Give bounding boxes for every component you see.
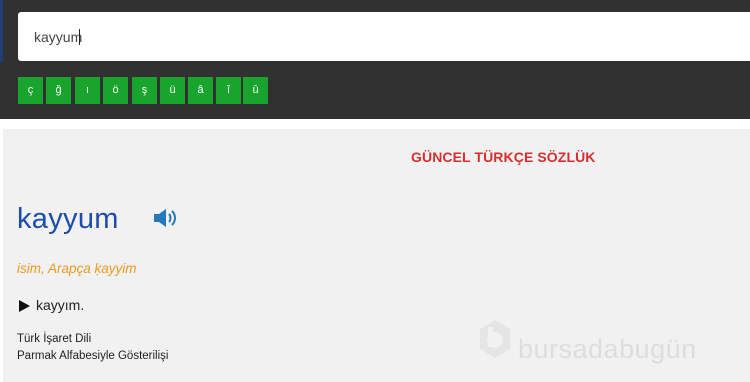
right-triangle-icon [19,300,30,312]
search-panel-edge [0,0,3,62]
watermark-logo-icon [480,320,510,358]
char-button-g-breve[interactable]: ğ [46,77,71,104]
speaker-wave-outer [171,210,176,226]
char-button-u-circumflex[interactable]: û [243,77,268,104]
speaker-body [154,209,166,227]
char-button-dotless-i[interactable]: ı [75,77,100,104]
dictionary-page: ç ğ ı ö ş ü â î û GÜNCEL TÜRKÇE SÖZLÜK k… [0,0,750,382]
char-button-c-cedilla[interactable]: ç [18,77,43,104]
headword: kayyum [17,203,119,235]
watermark-text: bursadabugün [518,334,697,364]
speaker-icon[interactable] [152,207,179,229]
char-button-s-cedilla[interactable]: ş [132,77,157,104]
watermark: bursadabugün [478,319,750,379]
dictionary-result: GÜNCEL TÜRKÇE SÖZLÜK kayyum isim, Arapça… [3,129,750,382]
meaning-link[interactable]: kayyım. [36,297,84,314]
dictionary-title: GÜNCEL TÜRKÇE SÖZLÜK [411,149,596,165]
char-button-a-circumflex[interactable]: â [188,77,213,104]
char-button-i-circumflex[interactable]: î [216,77,241,104]
speaker-wave-inner [168,213,172,223]
char-button-o-umlaut[interactable]: ö [103,77,128,104]
dictionary-search-input[interactable] [18,12,750,61]
sign-language-subtitle: Parmak Alfabesiyle Gösterilişi [17,350,169,362]
search-panel: ç ğ ı ö ş ü â î û [0,0,750,119]
char-button-u-umlaut[interactable]: ü [160,77,185,104]
sign-language-title: Türk İşaret Dili [17,333,92,345]
grammar-and-etymology: isim, Arapça ḳayyim [17,261,137,276]
text-cursor [79,29,80,45]
